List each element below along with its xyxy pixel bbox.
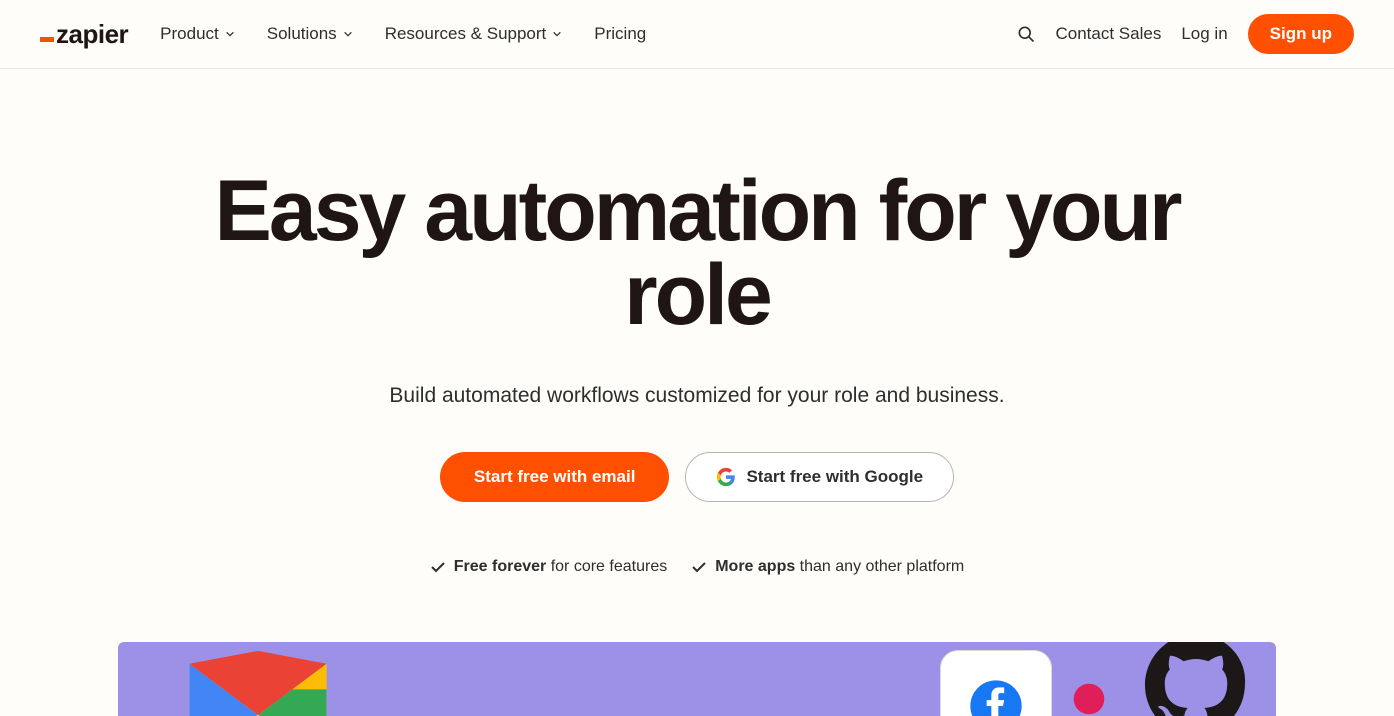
main-nav: Product Solutions Resources & Support Pr… bbox=[160, 24, 646, 44]
google-icon bbox=[716, 467, 736, 487]
nav-label: Product bbox=[160, 24, 219, 44]
check-icon bbox=[430, 559, 446, 575]
logo-text: zapier bbox=[56, 19, 128, 50]
feature-bold: Free forever bbox=[454, 558, 547, 575]
chevron-down-icon bbox=[343, 29, 353, 39]
feature-bold: More apps bbox=[715, 558, 795, 575]
nav-product[interactable]: Product bbox=[160, 24, 235, 44]
hero-title: Easy automation for your role bbox=[197, 169, 1197, 338]
hero-section: Easy automation for your role Build auto… bbox=[0, 69, 1394, 616]
site-header: zapier Product Solutions Resources & Sup… bbox=[0, 0, 1394, 69]
slack-dot-icon bbox=[1072, 682, 1106, 716]
check-icon bbox=[691, 559, 707, 575]
start-free-google-button[interactable]: Start free with Google bbox=[685, 452, 954, 502]
logo-underscore-icon bbox=[40, 37, 54, 42]
login-link[interactable]: Log in bbox=[1181, 24, 1227, 44]
header-right: Contact Sales Log in Sign up bbox=[1016, 14, 1355, 54]
nav-label: Solutions bbox=[267, 24, 337, 44]
facebook-icon bbox=[968, 678, 1024, 716]
github-icon bbox=[1116, 642, 1276, 716]
hero-subtitle: Build automated workflows customized for… bbox=[40, 384, 1354, 408]
signup-button[interactable]: Sign up bbox=[1248, 14, 1354, 54]
feature-apps: More apps than any other platform bbox=[691, 558, 964, 576]
nav-pricing[interactable]: Pricing bbox=[594, 24, 646, 44]
logo[interactable]: zapier bbox=[40, 19, 128, 50]
contact-sales-link[interactable]: Contact Sales bbox=[1056, 24, 1162, 44]
gmail-icon bbox=[168, 642, 348, 716]
header-left: zapier Product Solutions Resources & Sup… bbox=[40, 19, 646, 50]
chevron-down-icon bbox=[552, 29, 562, 39]
nav-solutions[interactable]: Solutions bbox=[267, 24, 353, 44]
feature-rest: for core features bbox=[546, 558, 667, 575]
cta-row: Start free with email Start free with Go… bbox=[40, 452, 1354, 502]
nav-label: Pricing bbox=[594, 24, 646, 44]
app-scroller bbox=[118, 642, 1276, 716]
features-row: Free forever for core features More apps… bbox=[40, 558, 1354, 576]
chevron-down-icon bbox=[225, 29, 235, 39]
search-icon[interactable] bbox=[1016, 24, 1036, 44]
google-button-label: Start free with Google bbox=[746, 467, 923, 487]
nav-label: Resources & Support bbox=[385, 24, 547, 44]
start-free-email-button[interactable]: Start free with email bbox=[440, 452, 670, 502]
feature-free: Free forever for core features bbox=[430, 558, 667, 576]
feature-rest: than any other platform bbox=[795, 558, 964, 575]
nav-resources[interactable]: Resources & Support bbox=[385, 24, 563, 44]
app-card-facebook bbox=[940, 650, 1052, 716]
